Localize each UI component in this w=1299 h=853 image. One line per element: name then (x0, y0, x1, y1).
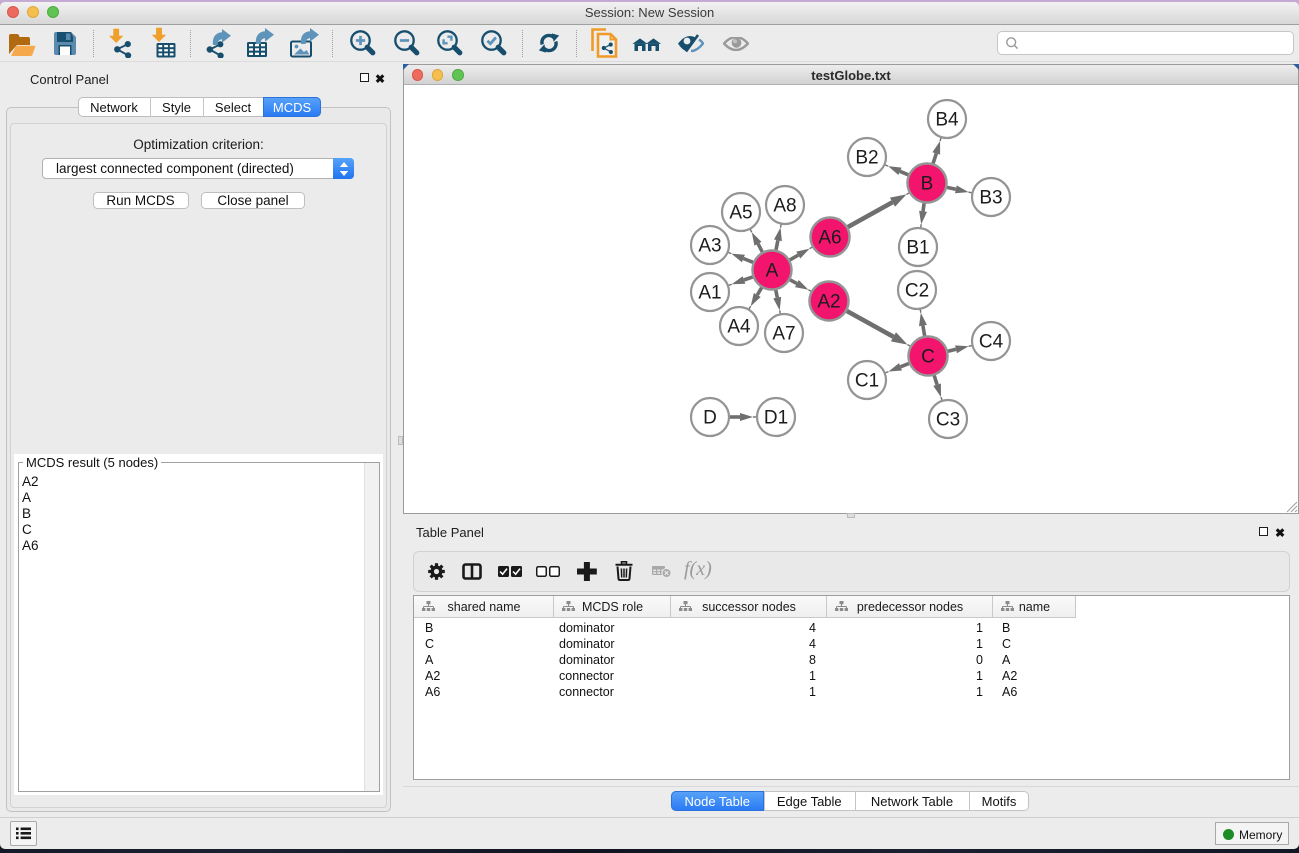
svg-text:C4: C4 (979, 332, 1004, 353)
svg-text:A7: A7 (772, 324, 795, 345)
svg-text:B2: B2 (855, 148, 878, 169)
svg-text:A2: A2 (817, 292, 840, 313)
svg-text:B3: B3 (979, 188, 1002, 209)
svg-text:C3: C3 (936, 410, 960, 431)
svg-text:A8: A8 (773, 196, 796, 217)
svg-text:A: A (766, 261, 779, 282)
svg-text:A1: A1 (698, 283, 721, 304)
svg-text:C2: C2 (905, 281, 929, 302)
svg-text:D: D (703, 408, 717, 429)
svg-text:A3: A3 (698, 236, 721, 257)
svg-text:C1: C1 (855, 371, 879, 392)
svg-text:A5: A5 (729, 203, 752, 224)
svg-text:B1: B1 (906, 238, 929, 259)
svg-text:C: C (921, 347, 935, 368)
svg-text:A6: A6 (818, 228, 841, 249)
svg-text:B: B (921, 174, 934, 195)
svg-text:D1: D1 (764, 408, 788, 429)
svg-text:B4: B4 (935, 110, 959, 131)
svg-text:A4: A4 (727, 317, 751, 338)
